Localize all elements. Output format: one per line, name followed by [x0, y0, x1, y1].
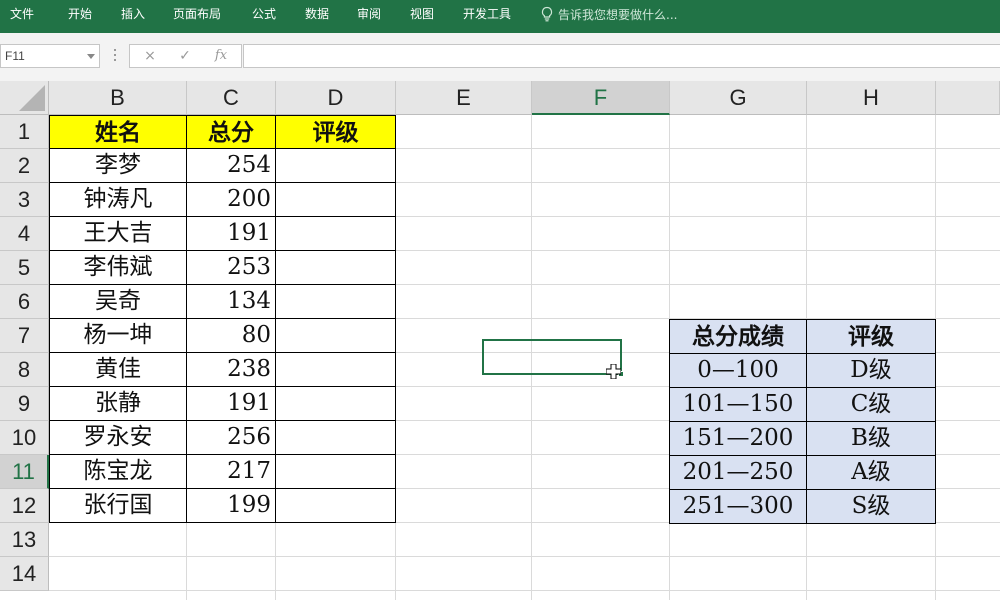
tab-insert[interactable]: 插入 [121, 6, 145, 22]
cell-level[interactable]: D级 [806, 353, 936, 388]
row-header[interactable]: 1 [0, 115, 49, 149]
column-header-e[interactable]: E [396, 81, 532, 115]
cell-score[interactable]: 256 [186, 420, 276, 455]
cell-name[interactable]: 罗永安 [49, 420, 187, 455]
row-header[interactable]: 6 [0, 285, 49, 319]
cell-name[interactable]: 黄佳 [49, 352, 187, 387]
cell-name[interactable]: 张行国 [49, 488, 187, 523]
cell-grade[interactable] [275, 284, 396, 319]
cell-grade[interactable] [275, 454, 396, 489]
cell-score[interactable]: 217 [186, 454, 276, 489]
cell-level[interactable]: A级 [806, 455, 936, 490]
cancel-icon[interactable]: × [133, 45, 167, 67]
column-header-next[interactable] [936, 81, 1000, 115]
tab-formulas[interactable]: 公式 [252, 6, 276, 22]
cell-c1[interactable]: 总分 [186, 115, 276, 149]
select-all-triangle-icon [19, 85, 45, 111]
column-header-h[interactable]: H [807, 81, 936, 115]
lightbulb-icon [541, 6, 553, 22]
tab-review[interactable]: 审阅 [357, 6, 381, 22]
cell-grade[interactable] [275, 488, 396, 523]
row-header[interactable]: 3 [0, 183, 49, 217]
row-header[interactable]: 13 [0, 523, 49, 557]
cell-level[interactable]: C级 [806, 387, 936, 422]
insert-function-icon[interactable]: fx [204, 45, 238, 67]
tab-file[interactable]: 文件 [10, 6, 34, 22]
cell-score[interactable]: 253 [186, 250, 276, 285]
cell-range[interactable]: 101—150 [669, 387, 807, 422]
row-header[interactable]: 12 [0, 489, 49, 523]
cell-grade[interactable] [275, 250, 396, 285]
tab-view[interactable]: 视图 [410, 6, 434, 22]
cell-grade[interactable] [275, 148, 396, 183]
name-box[interactable]: F11 [0, 44, 100, 68]
row-header[interactable]: 10 [0, 421, 49, 455]
cell-name[interactable]: 李梦 [49, 148, 187, 183]
cell-score[interactable]: 199 [186, 488, 276, 523]
formula-buttons: × ✓ fx [129, 44, 242, 68]
select-all-button[interactable] [0, 81, 49, 115]
cell-grade[interactable] [275, 420, 396, 455]
tab-home[interactable]: 开始 [68, 6, 92, 22]
column-header-c[interactable]: C [187, 81, 276, 115]
cell-grid[interactable]: 姓名 总分 评级 李梦 254 钟涛凡 200 王大吉 191 李伟斌 253 … [49, 115, 1000, 600]
column-header-d[interactable]: D [276, 81, 396, 115]
cell-score[interactable]: 191 [186, 386, 276, 421]
cell-name[interactable]: 张静 [49, 386, 187, 421]
cell-h7[interactable]: 评级 [806, 319, 936, 354]
row-header[interactable]: 8 [0, 353, 49, 387]
column-headers: B C D E F G H [49, 81, 1000, 115]
tab-developer[interactable]: 开发工具 [463, 6, 511, 22]
cell-range[interactable]: 0—100 [669, 353, 807, 388]
row-header[interactable]: 5 [0, 251, 49, 285]
cell-b1[interactable]: 姓名 [49, 115, 187, 149]
tell-me-search[interactable]: 告诉我您想要做什么... [540, 6, 677, 22]
row-header[interactable]: 2 [0, 149, 49, 183]
cell-grade[interactable] [275, 182, 396, 217]
cell-grade[interactable] [275, 386, 396, 421]
name-box-value: F11 [5, 49, 25, 63]
cell-grade[interactable] [275, 352, 396, 387]
cell-name[interactable]: 钟涛凡 [49, 182, 187, 217]
cell-score[interactable]: 238 [186, 352, 276, 387]
row-header[interactable]: 4 [0, 217, 49, 251]
tab-data[interactable]: 数据 [305, 6, 329, 22]
chevron-down-icon[interactable] [87, 54, 95, 59]
drag-handle-icon[interactable] [112, 46, 118, 66]
cell-name[interactable]: 王大吉 [49, 216, 187, 251]
cell-name[interactable]: 李伟斌 [49, 250, 187, 285]
cell-score[interactable]: 191 [186, 216, 276, 251]
cell-d1[interactable]: 评级 [275, 115, 396, 149]
row-header[interactable]: 9 [0, 387, 49, 421]
check-icon[interactable]: ✓ [168, 45, 202, 67]
cell-score[interactable]: 200 [186, 182, 276, 217]
column-header-g[interactable]: G [670, 81, 807, 115]
column-header-b[interactable]: B [49, 81, 187, 115]
cell-g7[interactable]: 总分成绩 [669, 319, 807, 354]
tell-me-placeholder: 告诉我您想要做什么... [558, 7, 678, 22]
formula-input[interactable] [243, 44, 1000, 68]
cell-level[interactable]: S级 [806, 489, 936, 524]
cell-score[interactable]: 80 [186, 318, 276, 353]
cell-score[interactable]: 254 [186, 148, 276, 183]
ribbon-menu-bar: 文件 开始 插入 页面布局 公式 数据 审阅 视图 开发工具 告诉我您想要做什么… [0, 0, 1000, 33]
cell-grade[interactable] [275, 318, 396, 353]
tab-page-layout[interactable]: 页面布局 [173, 6, 221, 22]
cell-grade[interactable] [275, 216, 396, 251]
cell-score[interactable]: 134 [186, 284, 276, 319]
row-header-selected[interactable]: 11 [0, 455, 49, 489]
row-header[interactable]: 14 [0, 557, 49, 591]
cell-name[interactable]: 吴奇 [49, 284, 187, 319]
row-header[interactable]: 7 [0, 319, 49, 353]
cell-name[interactable]: 杨一坤 [49, 318, 187, 353]
cell-range[interactable]: 151—200 [669, 421, 807, 456]
row-headers: 1 2 3 4 5 6 7 8 9 10 11 12 13 14 [0, 115, 49, 600]
cell-range[interactable]: 251—300 [669, 489, 807, 524]
cell-level[interactable]: B级 [806, 421, 936, 456]
column-header-f[interactable]: F [532, 81, 670, 115]
cell-range[interactable]: 201—250 [669, 455, 807, 490]
cell-name[interactable]: 陈宝龙 [49, 454, 187, 489]
formula-bar: F11 × ✓ fx [0, 33, 1000, 81]
